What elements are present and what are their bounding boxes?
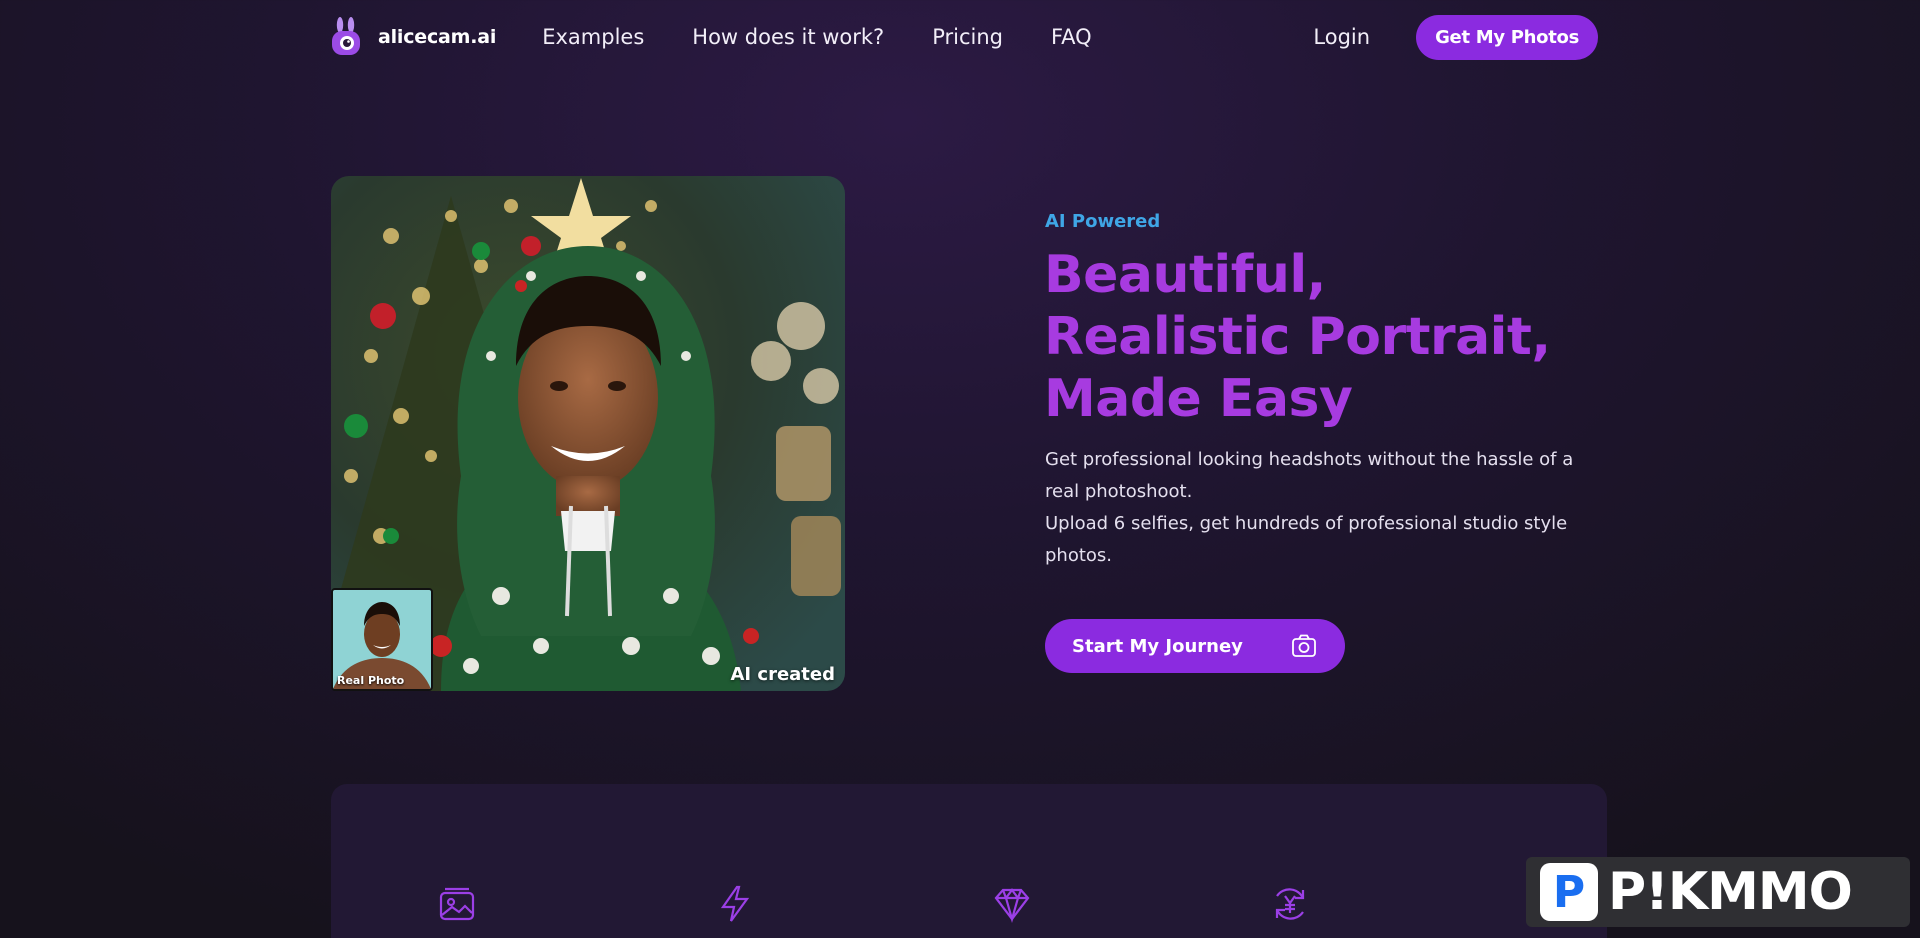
watermark-badge: P <box>1540 863 1598 921</box>
brand-name: alicecam.ai <box>378 26 497 48</box>
nav-link-examples[interactable]: Examples <box>542 25 644 49</box>
watermark-badge-letter: P <box>1552 866 1586 918</box>
pikmmo-watermark: P P!KMMO <box>1526 857 1910 927</box>
nav-link-faq[interactable]: FAQ <box>1051 25 1092 49</box>
currency-refresh-icon <box>1275 888 1305 920</box>
hero-description-2: Upload 6 selfies, get hundreds of profes… <box>1045 513 1568 566</box>
eyebrow-text: AI Powered <box>1045 211 1161 232</box>
camera-icon <box>1292 634 1316 657</box>
hero-description: Get professional looking headshots witho… <box>1045 444 1605 572</box>
nav-link-how-it-works[interactable]: How does it work? <box>692 25 884 49</box>
lightning-icon <box>720 885 750 922</box>
headline-line-3: Made Easy <box>1044 369 1353 429</box>
top-nav: alicecam.ai Examples How does it work? P… <box>330 14 1598 60</box>
get-my-photos-button[interactable]: Get My Photos <box>1416 14 1598 60</box>
watermark-text: P!KMMO <box>1608 862 1853 922</box>
login-link[interactable]: Login <box>1313 25 1370 49</box>
hero-headline: Beautiful, Realistic Portrait, Made Easy <box>1044 244 1604 430</box>
real-photo-label: Real Photo <box>337 674 405 687</box>
hero-description-1: Get professional looking headshots witho… <box>1045 449 1574 502</box>
real-photo-thumbnail: Real Photo <box>331 588 433 691</box>
ai-created-label: AI created <box>730 664 836 685</box>
nav-link-pricing[interactable]: Pricing <box>932 25 1003 49</box>
start-my-journey-button[interactable]: Start My Journey <box>1045 619 1345 673</box>
headline-line-2: Realistic Portrait, <box>1044 307 1551 367</box>
diamond-icon <box>994 888 1030 924</box>
start-my-journey-label: Start My Journey <box>1072 635 1243 657</box>
rabbit-camera-icon <box>332 17 360 55</box>
headline-line-1: Beautiful, <box>1044 245 1326 305</box>
nav-actions: Login Get My Photos <box>1313 14 1598 60</box>
image-icon <box>439 887 475 921</box>
nav-links: Examples How does it work? Pricing FAQ <box>542 25 1139 49</box>
features-panel <box>331 784 1607 938</box>
brand-logo[interactable]: alicecam.ai <box>330 17 496 57</box>
